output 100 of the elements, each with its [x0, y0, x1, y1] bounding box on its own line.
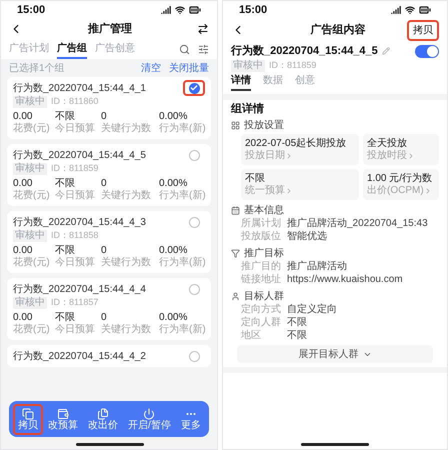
pencil-icon[interactable]: [382, 47, 390, 55]
metric-label: 今日预算: [55, 190, 96, 202]
field-label: 地区: [241, 328, 262, 343]
ad-group-card[interactable]: 行为数_20220704_15:44_4_5 审核中 ID：811859 0.00 不限 0 0.00% 花费(元) 今日预算 关键行为数 行为率(新): [7, 144, 211, 206]
subsection-title: 投放设置: [244, 118, 284, 132]
status-badge: 审核中: [231, 60, 265, 72]
metric-label: 花费(元): [13, 324, 51, 336]
copy-icon: [22, 408, 34, 420]
page-title: 广告组内容: [310, 22, 366, 38]
toggle-switch[interactable]: [415, 44, 439, 58]
setting-tile[interactable]: 全天投放 投放时段: [363, 134, 439, 165]
metric-label: 今日预算: [55, 123, 96, 135]
setting-tile[interactable]: 1.00 元/行为数 出价(OCPM): [363, 169, 439, 200]
setting-tile[interactable]: 2022-07-05起长期投放 投放日期: [241, 134, 359, 165]
action-link[interactable]: 关闭批量: [169, 60, 209, 76]
metric-label: 行为率(新): [159, 257, 206, 269]
field-value: 自定义定向: [287, 302, 337, 317]
status-badge: 审核中: [13, 96, 47, 108]
metric-value: 0.00%: [159, 311, 188, 324]
group-title: 行为数_20220704_15:44_4_5: [231, 44, 378, 59]
subsection-title: 推广目标: [244, 246, 284, 260]
battery-icon: [419, 4, 431, 16]
grid-icon: [231, 120, 240, 130]
metric-label: 行为率(新): [159, 324, 206, 336]
check-icon: [190, 84, 198, 92]
card-title: 行为数_20220704_15:44_4_1: [13, 82, 146, 96]
wallet-icon: [57, 408, 69, 420]
metric-value: 不限: [55, 177, 76, 190]
ad-group-card[interactable]: 行为数_20220704_15:44_4_2: [7, 345, 211, 367]
status-badge: 审核中: [13, 230, 47, 242]
metric-value: 不限: [55, 244, 76, 257]
metric-value: 不限: [55, 311, 76, 324]
filter-icon[interactable]: [198, 44, 209, 54]
card-title: 行为数_20220704_15:44_4_2: [13, 350, 146, 364]
ad-group-card[interactable]: 行为数_20220704_15:44_4_3 审核中 ID：811858 0.00 不限 0 0.00% 花费(元) 今日预算 关键行为数 行为率(新): [7, 211, 211, 273]
card-title: 行为数_20220704_15:44_4_5: [13, 148, 146, 162]
subsection-title: 目标人群: [244, 290, 284, 304]
metric-label: 花费(元): [13, 123, 51, 135]
metric-value: 0: [101, 244, 108, 256]
metric-label: 关键行为数: [101, 324, 152, 336]
field-label: 定向方式: [241, 302, 282, 316]
field-value: https://www.kuaishou.com: [287, 273, 403, 287]
page-title: 推广管理: [88, 22, 132, 37]
card-title: 行为数_20220704_15:44_4_4: [13, 282, 146, 296]
toolbar-button[interactable]: 改预算: [43, 404, 83, 434]
metric-label: 关键行为数: [101, 190, 152, 202]
chevron-right-icon: [285, 187, 293, 195]
tab[interactable]: 详情: [231, 73, 251, 91]
home-indicator: [301, 443, 369, 446]
search-icon[interactable]: [179, 44, 190, 54]
chevron-right-icon: [285, 152, 293, 160]
funnel-icon: [231, 248, 240, 258]
setting-value: 不限: [245, 172, 266, 184]
metric-value: 不限: [55, 110, 76, 123]
power-icon: [143, 408, 156, 420]
field-label: 所属计划: [241, 216, 282, 230]
metric-label: 今日预算: [55, 257, 96, 269]
field-label: 投放版位: [241, 230, 282, 244]
subsection-title: 基本信息: [244, 204, 284, 218]
tab[interactable]: 广告组: [57, 39, 87, 59]
wifi-icon: [175, 5, 185, 15]
group-id: ID：811860: [51, 94, 98, 108]
metric-value: 0: [101, 311, 108, 324]
expand-button[interactable]: 展开目标人群: [237, 345, 433, 363]
metric-value: 0.00%: [159, 110, 188, 122]
group-id: ID：811859: [269, 59, 316, 72]
metric-label: 关键行为数: [101, 123, 152, 135]
metric-label: 行为率(新): [159, 123, 206, 135]
setting-value: 2022-07-05起长期投放: [245, 137, 348, 150]
signal-icon: [391, 5, 401, 15]
checkbox[interactable]: [183, 80, 205, 96]
toolbar-button[interactable]: 开启/暂停: [123, 404, 176, 434]
toolbar-button[interactable]: 改出价: [83, 404, 123, 434]
metric-value: 0.00: [13, 110, 34, 122]
ad-group-card[interactable]: 行为数_20220704_15:44_4_1 审核中 ID：811860 0.00 不限 0 0.00% 花费(元) 今日预算 关键行为数 行为率(新): [7, 77, 211, 139]
selection-count: 已选择1个组: [9, 62, 65, 76]
copy-button[interactable]: 拷贝: [407, 20, 439, 40]
swap-icon[interactable]: [197, 23, 209, 35]
field-value: 不限: [287, 329, 307, 343]
metric-value: 0.00%: [159, 244, 188, 256]
action-link[interactable]: 清空: [141, 60, 161, 76]
setting-tile[interactable]: 不限 统一预算: [241, 169, 359, 200]
card-title: 行为数_20220704_15:44_4_3: [13, 216, 146, 230]
setting-label: 统一预算: [245, 185, 285, 197]
field-value: 推广品牌活动_20220704_15:43: [287, 216, 428, 230]
metric-value: 0.00: [13, 177, 34, 190]
status-time: 15:00: [17, 2, 46, 18]
field-label: 链接地址: [241, 272, 282, 287]
metric-label: 关键行为数: [101, 257, 152, 269]
toolbar-button[interactable]: 拷贝: [13, 404, 43, 434]
field-value: 智能优选: [287, 230, 327, 244]
metric-label: 花费(元): [13, 190, 51, 202]
metric-label: 行为率(新): [159, 190, 206, 202]
ad-group-card[interactable]: 行为数_20220704_15:44_4_4 审核中 ID：811857 0.00 不限 0 0.00% 花费(元) 今日预算 关键行为数 行为率(新): [7, 278, 211, 340]
setting-label: 出价(OCPM): [367, 185, 424, 197]
toolbar-button[interactable]: 更多: [176, 404, 206, 434]
wifi-icon: [405, 5, 415, 15]
metric-label: 今日预算: [55, 324, 96, 336]
field-label: 推广目的: [241, 260, 282, 274]
status-badge: 审核中: [13, 296, 47, 308]
